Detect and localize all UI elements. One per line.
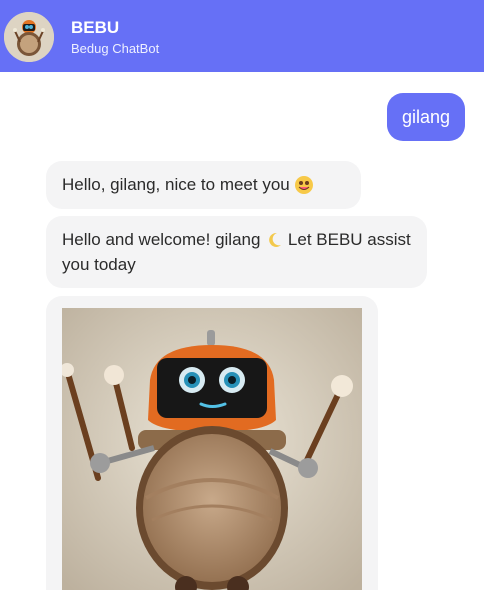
bot-message-3 (46, 296, 378, 590)
robot-drum-image (62, 308, 362, 590)
crescent-moon-emoji-icon (265, 229, 283, 253)
chat-window: BEBU Bedug ChatBot gilang Hello, gilang,… (0, 0, 484, 590)
user-message: gilang (386, 93, 465, 141)
bot-message-2-text-a: Hello and welcome! gilang (62, 230, 261, 249)
smiling-face-emoji-icon (294, 174, 314, 198)
bot-message-1-text: Hello, gilang, nice to meet you (62, 175, 290, 194)
bot-message-1: Hello, gilang, nice to meet you (46, 161, 361, 209)
robot-drum-illustration (62, 308, 362, 590)
bot-avatar (4, 12, 54, 62)
chat-header: BEBU Bedug ChatBot (0, 0, 484, 72)
bot-avatar-image (4, 12, 54, 62)
user-message-text: gilang (401, 107, 450, 127)
bot-message-2: Hello and welcome! gilang Let BEBU assis… (46, 216, 427, 288)
chat-title: BEBU (71, 18, 120, 37)
chat-subtitle: Bedug ChatBot (71, 41, 160, 56)
